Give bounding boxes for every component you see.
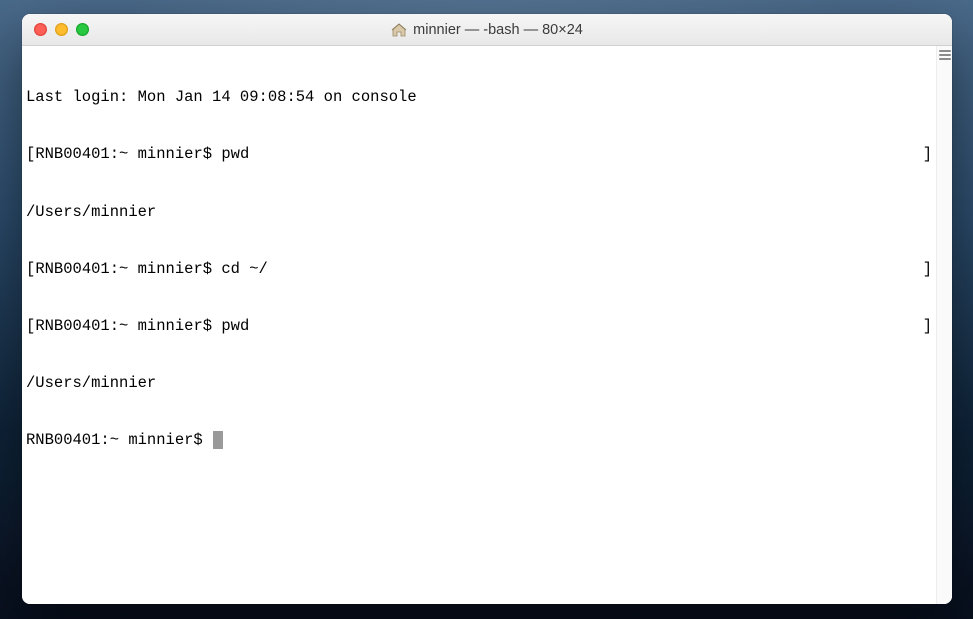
prompt: RNB00401:~ minnier$ xyxy=(35,145,221,163)
window-title: minnier — -bash — 80×24 xyxy=(413,22,583,38)
minimize-button[interactable] xyxy=(55,23,68,36)
command: cd ~/ xyxy=(221,260,268,278)
window-title-wrap: minnier — -bash — 80×24 xyxy=(22,22,952,38)
cursor xyxy=(213,431,223,449)
terminal-line: [RNB00401:~ minnier$ cd ~/] xyxy=(26,260,932,279)
bracket: ] xyxy=(923,260,932,279)
bracket: ] xyxy=(923,145,932,164)
bracket: ] xyxy=(923,317,932,336)
terminal-output: /Users/minnier xyxy=(26,374,932,393)
titlebar[interactable]: minnier — -bash — 80×24 xyxy=(22,14,952,46)
terminal-body: Last login: Mon Jan 14 09:08:54 on conso… xyxy=(22,46,952,604)
menu-icon[interactable] xyxy=(939,50,951,60)
terminal-window: minnier — -bash — 80×24 Last login: Mon … xyxy=(22,14,952,604)
bracket: [ xyxy=(26,260,35,278)
scrollbar[interactable] xyxy=(936,46,952,604)
prompt: RNB00401:~ minnier$ xyxy=(26,431,212,449)
terminal-output: /Users/minnier xyxy=(26,203,932,222)
terminal-line: [RNB00401:~ minnier$ pwd] xyxy=(26,317,932,336)
last-login-line: Last login: Mon Jan 14 09:08:54 on conso… xyxy=(26,88,932,107)
current-prompt-line: RNB00401:~ minnier$ xyxy=(26,431,932,450)
prompt: RNB00401:~ minnier$ xyxy=(35,260,221,278)
traffic-lights xyxy=(22,23,89,36)
home-icon xyxy=(391,23,407,37)
command: pwd xyxy=(221,317,249,335)
command: pwd xyxy=(221,145,249,163)
close-button[interactable] xyxy=(34,23,47,36)
prompt: RNB00401:~ minnier$ xyxy=(35,317,221,335)
terminal-line: [RNB00401:~ minnier$ pwd] xyxy=(26,145,932,164)
bracket: [ xyxy=(26,145,35,163)
zoom-button[interactable] xyxy=(76,23,89,36)
terminal-content[interactable]: Last login: Mon Jan 14 09:08:54 on conso… xyxy=(22,46,936,604)
bracket: [ xyxy=(26,317,35,335)
